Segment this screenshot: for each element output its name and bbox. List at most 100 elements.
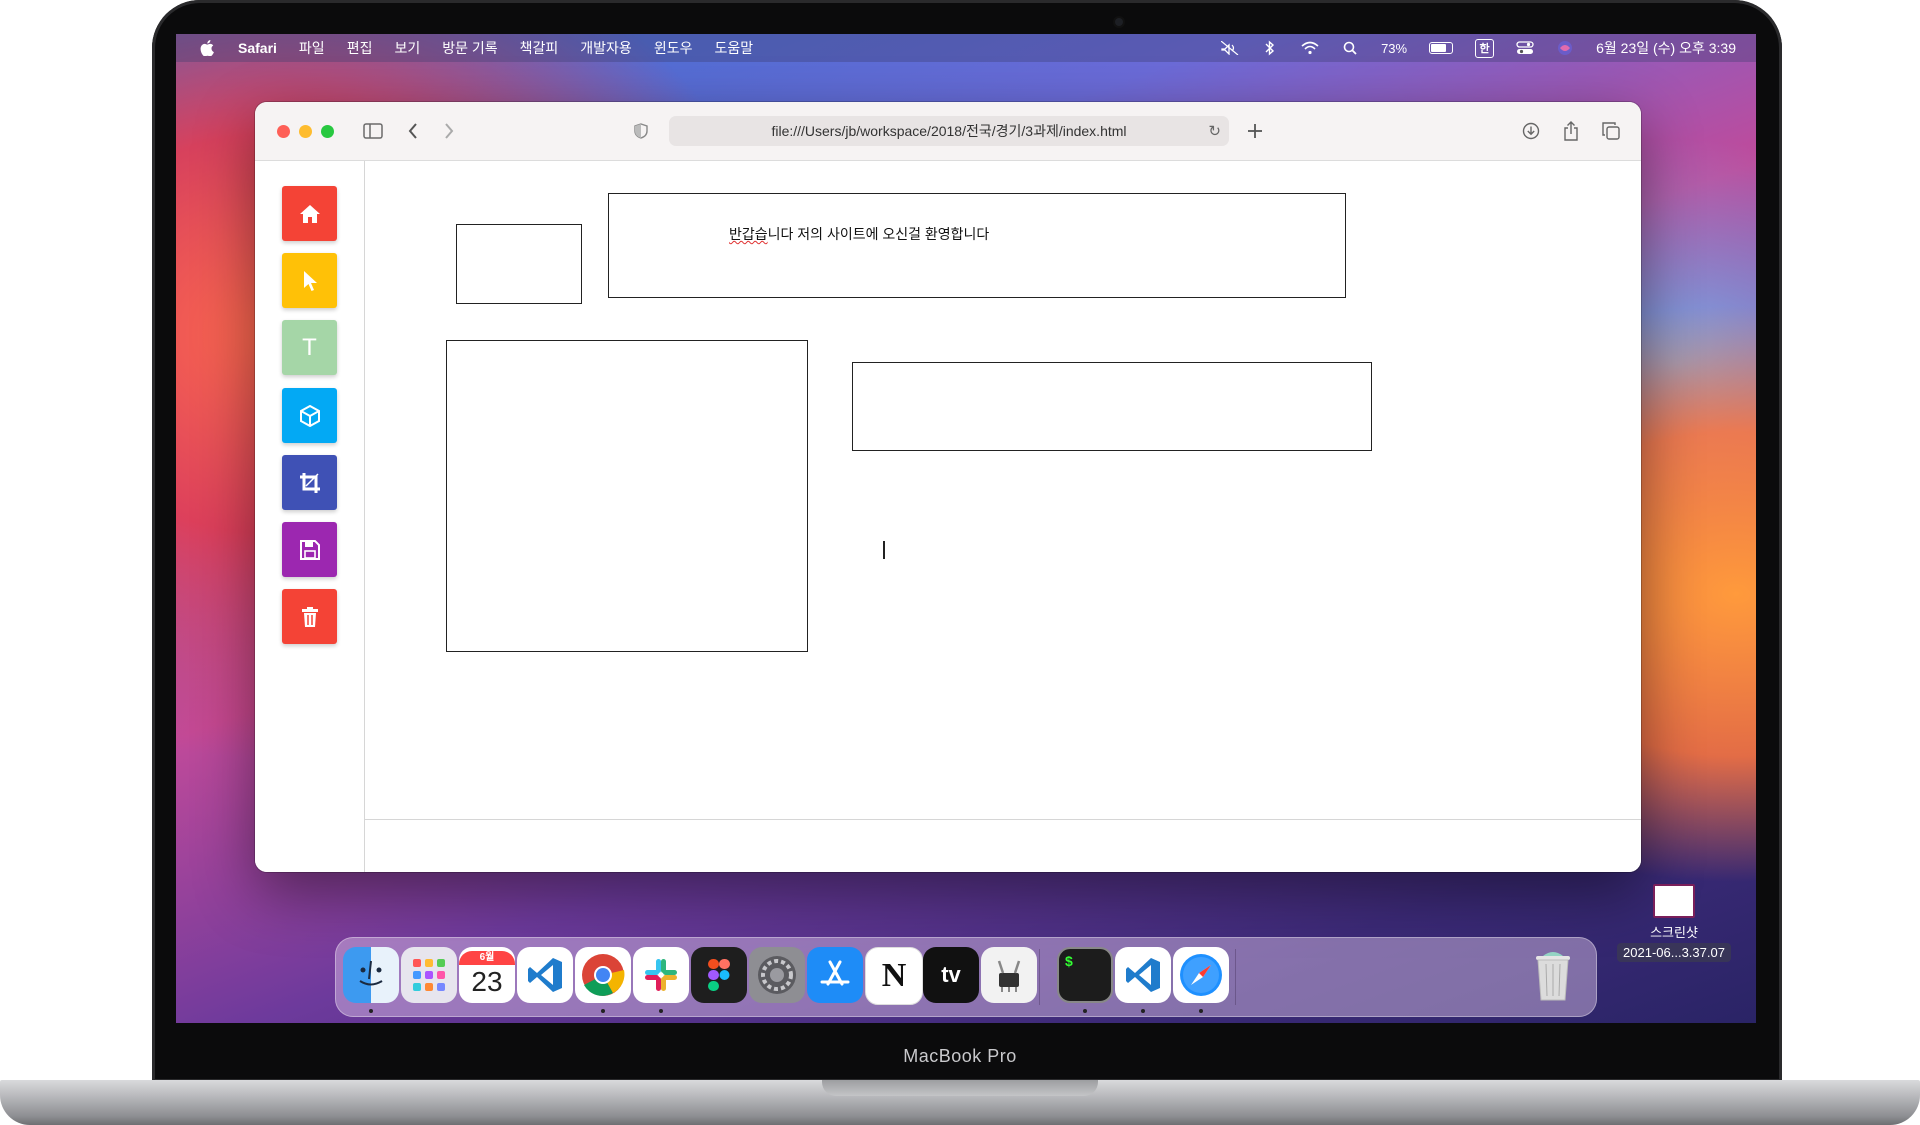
running-indicator: [1083, 1009, 1087, 1013]
safari-toolbar: file:///Users/jb/workspace/2018/전국/경기/3과…: [255, 102, 1641, 161]
chrome-icon[interactable]: [575, 947, 631, 1003]
tab-overview-button[interactable]: [1597, 118, 1625, 144]
dock: 6월 23 N tv $: [335, 937, 1597, 1017]
menu-view[interactable]: 보기: [394, 38, 420, 58]
canvas-box-small[interactable]: [456, 224, 582, 304]
notion-icon[interactable]: N: [865, 947, 923, 1005]
menu-bookmarks[interactable]: 책갈피: [520, 38, 559, 58]
menu-file[interactable]: 파일: [299, 38, 325, 58]
plus-icon: [1248, 124, 1262, 138]
tool-sidebar: T: [255, 161, 365, 872]
model-label: MacBook Pro: [903, 1046, 1017, 1066]
reload-icon[interactable]: ↻: [1208, 122, 1221, 140]
select-tool-button[interactable]: [282, 253, 337, 308]
canvas-box-wide[interactable]: [852, 362, 1372, 451]
calendar-icon[interactable]: 6월 23: [459, 947, 515, 1003]
shield-icon: [634, 123, 648, 139]
greeting-rest: 니다 저의 사이트에 오신걸 환영합니다: [767, 226, 990, 242]
download-icon: [1522, 122, 1540, 140]
running-indicator: [1199, 1009, 1203, 1013]
menubar-clock[interactable]: 6월 23일 (수) 오후 3:39: [1596, 38, 1736, 58]
calendar-month: 6월: [459, 951, 515, 965]
menu-develop[interactable]: 개발자용: [580, 38, 632, 58]
menu-window[interactable]: 윈도우: [654, 38, 693, 58]
apple-menu-icon[interactable]: [198, 39, 216, 57]
menu-help[interactable]: 도움말: [714, 38, 753, 58]
airplay-muted-icon[interactable]: [1221, 39, 1239, 57]
crop-tool-button[interactable]: [282, 455, 337, 510]
sidebar-icon: [363, 123, 383, 139]
spotlight-search-icon[interactable]: [1341, 39, 1359, 57]
cube-icon: [299, 404, 320, 427]
canvas-box-large[interactable]: [446, 340, 808, 652]
greeting-misspelled-part: 반갑습: [729, 226, 768, 242]
share-icon: [1564, 121, 1578, 141]
figma-icon[interactable]: [691, 947, 747, 1003]
camera: [1115, 18, 1123, 26]
back-button[interactable]: [399, 118, 427, 144]
privacy-report-button[interactable]: [627, 118, 655, 144]
dock-separator: [1235, 949, 1236, 1005]
running-indicator: [659, 1009, 663, 1013]
app-store-icon[interactable]: [807, 947, 863, 1003]
home-icon: [299, 204, 320, 223]
dock-separator: [1039, 949, 1040, 1005]
greeting-text[interactable]: 반갑습니다 저의 사이트에 오신걸 환영합니다: [729, 224, 989, 244]
vscode-icon[interactable]: [517, 947, 573, 1003]
forward-button[interactable]: [435, 118, 463, 144]
downloads-button[interactable]: [1517, 118, 1545, 144]
slack-icon[interactable]: [633, 947, 689, 1003]
home-tool-button[interactable]: [282, 186, 337, 241]
tabs-icon: [1602, 122, 1620, 140]
battery-icon[interactable]: [1429, 42, 1454, 54]
safari-window: file:///Users/jb/workspace/2018/전국/경기/3과…: [255, 102, 1641, 872]
text-caret: [883, 541, 885, 559]
battery-percent: 73%: [1381, 40, 1408, 56]
control-center-icon[interactable]: [1516, 39, 1534, 57]
file-name: 스크린샷: [1650, 925, 1698, 940]
delete-tool-button[interactable]: [282, 589, 337, 644]
new-tab-button[interactable]: [1241, 118, 1269, 144]
safari-icon[interactable]: [1173, 947, 1229, 1003]
vscode-icon[interactable]: [1115, 947, 1171, 1003]
screen: Safari 파일 편집 보기 방문 기록 책갈피 개발자용 윈도우 도움말 7…: [176, 34, 1756, 1023]
apple-tv-icon[interactable]: tv: [923, 947, 979, 1003]
cursor-icon: [303, 270, 317, 291]
launchpad-icon[interactable]: [401, 947, 457, 1003]
canvas-text-box[interactable]: 반갑습니다 저의 사이트에 오신걸 환영합니다: [608, 193, 1346, 298]
trash-icon: [301, 606, 318, 627]
input-source-icon[interactable]: 한: [1475, 38, 1495, 58]
chevron-left-icon: [408, 123, 417, 139]
menu-edit[interactable]: 편집: [347, 38, 373, 58]
finder-icon[interactable]: [343, 947, 399, 1003]
terminal-icon[interactable]: $: [1057, 947, 1113, 1003]
file-date-label: 2021-06...3.37.07: [1617, 943, 1731, 962]
box-tool-button[interactable]: [282, 388, 337, 443]
zoom-window-button[interactable]: [321, 125, 334, 138]
calendar-day: 23: [471, 966, 503, 997]
app-menu-safari[interactable]: Safari: [238, 40, 277, 56]
system-information-icon[interactable]: [981, 947, 1037, 1003]
siri-icon[interactable]: [1556, 39, 1574, 57]
close-window-button[interactable]: [277, 125, 290, 138]
text-tool-button[interactable]: T: [282, 320, 337, 375]
editor-canvas[interactable]: 반갑습니다 저의 사이트에 오신걸 환영합니다: [365, 161, 1641, 820]
url-text: file:///Users/jb/workspace/2018/전국/경기/3과…: [771, 123, 1127, 139]
minimize-window-button[interactable]: [299, 125, 312, 138]
address-bar[interactable]: file:///Users/jb/workspace/2018/전국/경기/3과…: [669, 116, 1229, 146]
system-preferences-icon[interactable]: [749, 947, 805, 1003]
sidebar-toggle-button[interactable]: [359, 118, 387, 144]
running-indicator: [1141, 1009, 1145, 1013]
text-icon: T: [302, 333, 317, 361]
share-button[interactable]: [1557, 118, 1585, 144]
running-indicator: [369, 1009, 373, 1013]
bluetooth-icon[interactable]: [1261, 39, 1279, 57]
trash-bin-icon[interactable]: [1525, 947, 1581, 1003]
wifi-icon[interactable]: [1301, 39, 1319, 57]
floppy-icon: [299, 539, 320, 560]
save-tool-button[interactable]: [282, 522, 337, 577]
crop-icon: [299, 472, 320, 493]
menu-history[interactable]: 방문 기록: [442, 38, 497, 58]
running-indicator: [601, 1009, 605, 1013]
desktop-screenshot-file[interactable]: 스크린샷 2021-06...3.37.07: [1609, 884, 1739, 962]
